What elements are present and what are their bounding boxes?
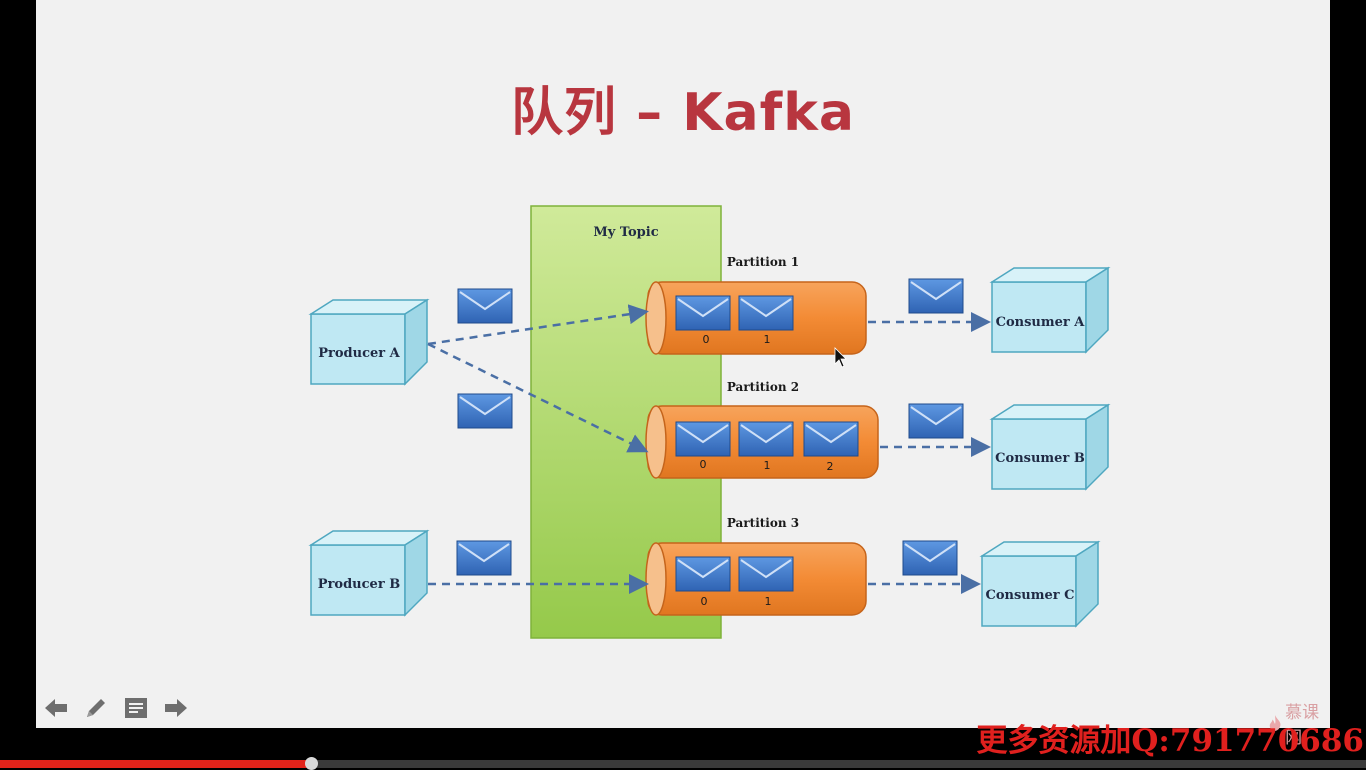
arrow-left-icon	[45, 699, 67, 717]
video-progress-bar[interactable]	[0, 757, 1366, 770]
toolbar-buttons	[42, 694, 190, 722]
notes-icon	[125, 698, 147, 718]
message-envelope-producer-a-1	[457, 288, 513, 324]
partition-1-label: Partition 1	[727, 255, 799, 269]
slide: 队列 – Kafka My Topic Partition 1 0 1 Part…	[36, 0, 1330, 748]
pencil-icon	[87, 699, 105, 717]
partition-3-message-0	[675, 556, 731, 592]
message-envelope-consumer-a	[908, 278, 964, 314]
consumer-c-box	[981, 541, 1099, 627]
consumer-b-label: Consumer B	[995, 451, 1085, 466]
partition-2-index-0: 0	[700, 458, 707, 471]
video-progress-fill	[0, 760, 312, 768]
consumer-a-box	[991, 267, 1109, 353]
prev-slide-button[interactable]	[42, 694, 70, 722]
partition-1-message-0	[675, 295, 731, 331]
video-progress-knob[interactable]	[305, 757, 319, 770]
producer-b-label: Producer B	[318, 577, 400, 592]
partition-2-message-1	[738, 421, 794, 457]
arrow-right-icon	[165, 699, 187, 717]
producer-a-box	[310, 299, 428, 385]
partition-2-message-0	[675, 421, 731, 457]
partition-3-index-1: 1	[765, 595, 772, 608]
producer-b-box	[310, 530, 428, 616]
message-envelope-consumer-c	[902, 540, 958, 576]
consumer-b-box	[991, 404, 1109, 490]
message-envelope-producer-a-2	[457, 393, 513, 429]
kafka-diagram: My Topic Partition 1 0 1 Partition 2 0 1…	[310, 205, 1109, 639]
notes-button[interactable]	[122, 694, 150, 722]
consumer-c-label: Consumer C	[986, 588, 1075, 603]
partition-2-label: Partition 2	[727, 380, 799, 394]
next-slide-button[interactable]	[162, 694, 190, 722]
topic-label: My Topic	[593, 225, 658, 240]
partition-1-index-1: 1	[764, 333, 771, 346]
producer-a-label: Producer A	[318, 346, 400, 361]
partition-2-index-2: 2	[827, 460, 834, 473]
message-envelope-consumer-b	[908, 403, 964, 439]
pen-tool-button[interactable]	[82, 694, 110, 722]
consumer-a-label: Consumer A	[996, 315, 1086, 330]
partition-3-label: Partition 3	[727, 516, 799, 530]
partition-2-index-1: 1	[764, 459, 771, 472]
partition-3-message-1	[738, 556, 794, 592]
partition-1-message-1	[738, 295, 794, 331]
partition-2-message-2	[803, 421, 859, 457]
partition-3-index-0: 0	[701, 595, 708, 608]
watermark-text: 更多资源加Q:791770686	[976, 723, 1364, 759]
partition-1-index-0: 0	[703, 333, 710, 346]
message-envelope-producer-b	[456, 540, 512, 576]
